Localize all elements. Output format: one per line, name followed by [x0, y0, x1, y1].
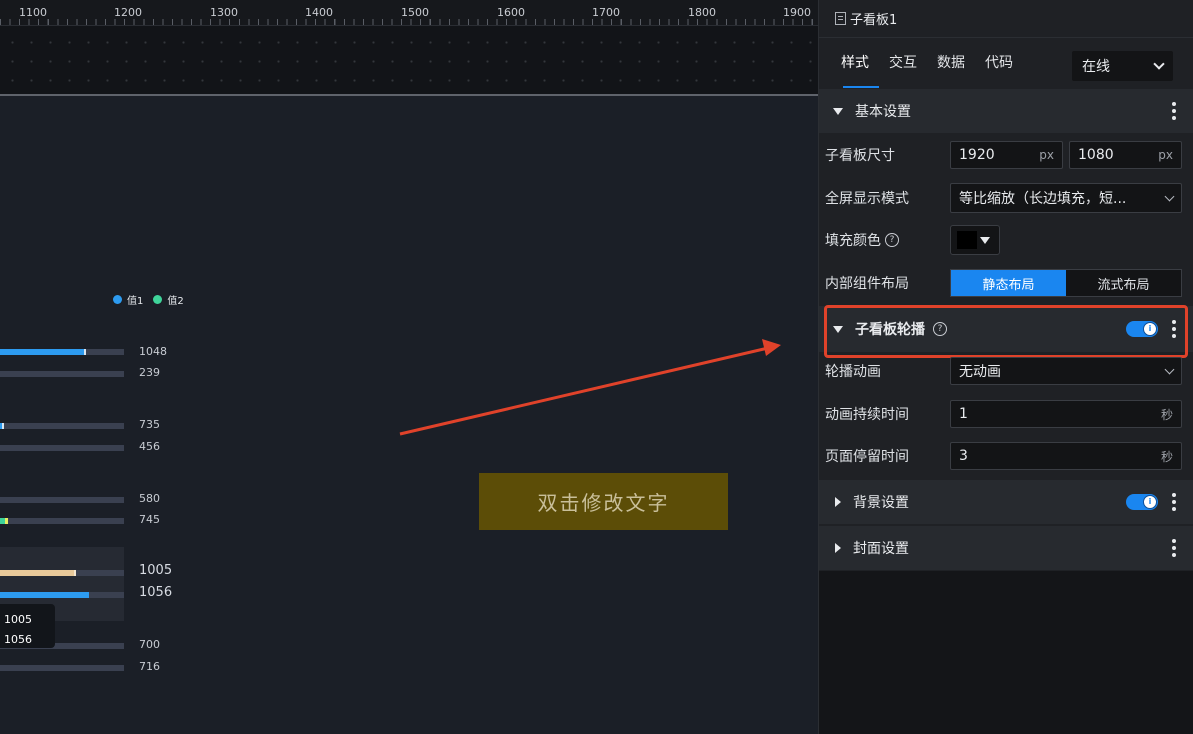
- row-page-stay-time: 页面停留时间 3 秒: [819, 435, 1193, 477]
- text-widget-label: 双击修改文字: [537, 491, 670, 515]
- canvas-area[interactable]: 1100 1200 1300 1400 1500 1600 1700 1800 …: [0, 0, 818, 734]
- unit-label: 秒: [1160, 407, 1173, 422]
- tab-data[interactable]: 数据: [927, 38, 975, 88]
- document-icon: [835, 12, 846, 25]
- unit-label: px: [1039, 148, 1054, 162]
- section-basic-settings[interactable]: 基本设置: [819, 89, 1193, 133]
- stay-time-value: 3: [959, 448, 968, 464]
- more-options-icon[interactable]: [1172, 493, 1176, 511]
- row-board-size: 子看板尺寸 1920 px 1080 px: [819, 134, 1193, 176]
- duration-input[interactable]: 1 秒: [950, 400, 1182, 428]
- unit-label: px: [1158, 148, 1173, 162]
- panel-header: 子看板1: [819, 0, 1193, 38]
- more-options-icon[interactable]: [1172, 102, 1176, 120]
- panel-empty-area: [819, 571, 1193, 734]
- caret-right-icon: [835, 543, 841, 553]
- caret-right-icon: [835, 497, 841, 507]
- row-label: 全屏显示模式: [825, 191, 909, 207]
- animation-value: 无动画: [959, 364, 1001, 380]
- color-swatch: [957, 231, 977, 249]
- toggle-knob-icon: i: [1143, 495, 1157, 509]
- row-label: 页面停留时间: [825, 449, 909, 465]
- tab-style[interactable]: 样式: [831, 38, 879, 88]
- caret-down-icon: [833, 107, 843, 115]
- height-input[interactable]: 1080 px: [1069, 141, 1182, 169]
- fullscreen-mode-select[interactable]: 等比缩放（长边填充，短...: [950, 183, 1182, 213]
- stay-time-input[interactable]: 3 秒: [950, 442, 1182, 470]
- animation-select[interactable]: 无动画: [950, 357, 1182, 385]
- more-options-icon[interactable]: [1172, 539, 1176, 557]
- background-toggle[interactable]: i: [1126, 494, 1158, 510]
- width-value: 1920: [959, 147, 995, 163]
- flow-layout-button[interactable]: 流式布局: [1066, 270, 1181, 296]
- row-fullscreen-mode: 全屏显示模式 等比缩放（长边填充，短...: [819, 177, 1193, 219]
- help-icon[interactable]: ?: [885, 233, 899, 247]
- section-title: 基本设置: [855, 104, 911, 120]
- row-layout: 内部组件布局 静态布局 流式布局: [819, 262, 1193, 304]
- row-carousel-animation: 轮播动画 无动画: [819, 350, 1193, 392]
- section-title: 背景设置: [853, 495, 909, 511]
- width-input[interactable]: 1920 px: [950, 141, 1063, 169]
- row-fill-color: 填充颜色 ?: [819, 219, 1193, 261]
- dropdown-triangle-icon: [980, 236, 990, 244]
- row-label: 内部组件布局: [825, 276, 909, 292]
- chevron-down-icon: [1164, 364, 1175, 374]
- row-label: 轮播动画: [825, 364, 881, 380]
- unit-label: 秒: [1160, 449, 1173, 464]
- section-background[interactable]: 背景设置 i: [819, 480, 1193, 524]
- row-label: 动画持续时间: [825, 407, 909, 423]
- layout-segmented-control: 静态布局 流式布局: [950, 269, 1182, 297]
- row-label: 填充颜色 ?: [825, 230, 899, 250]
- properties-panel: 子看板1 样式 交互 数据 代码 在线 基本设置 子看板尺寸 1920 px 1…: [818, 0, 1193, 734]
- height-value: 1080: [1078, 147, 1114, 163]
- fill-color-label: 填充颜色: [825, 233, 881, 249]
- annotation-arrow-icon: [399, 339, 781, 436]
- mode-select-value: 在线: [1082, 59, 1110, 75]
- chevron-down-icon: [1164, 191, 1175, 201]
- fullscreen-mode-value: 等比缩放（长边填充，短...: [959, 191, 1127, 207]
- mode-select[interactable]: 在线: [1072, 51, 1173, 81]
- text-widget[interactable]: 双击修改文字: [479, 473, 728, 530]
- chevron-down-icon: [1153, 58, 1165, 70]
- duration-value: 1: [959, 406, 968, 422]
- tab-interaction[interactable]: 交互: [879, 38, 927, 88]
- static-layout-button[interactable]: 静态布局: [951, 270, 1066, 296]
- fill-color-picker[interactable]: [950, 225, 1000, 255]
- row-animation-duration: 动画持续时间 1 秒: [819, 393, 1193, 435]
- section-cover[interactable]: 封面设置: [819, 526, 1193, 570]
- section-title: 封面设置: [853, 541, 909, 557]
- tab-code[interactable]: 代码: [975, 38, 1023, 88]
- row-label: 子看板尺寸: [825, 148, 895, 164]
- panel-title: 子看板1: [850, 13, 898, 28]
